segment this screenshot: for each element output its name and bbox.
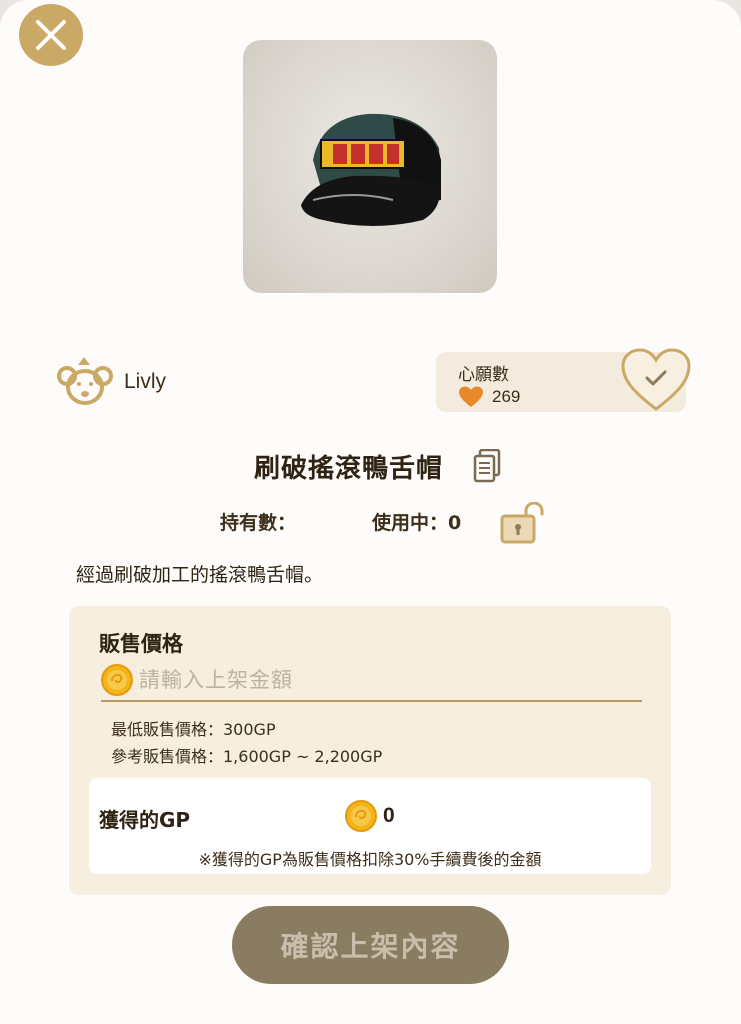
heart-icon xyxy=(459,386,483,407)
livly-logo-icon xyxy=(57,357,113,405)
item-description: 經過刷破加工的搖滾鴨舌帽。 xyxy=(76,564,324,586)
price-input[interactable] xyxy=(139,668,619,692)
wishlist-label: 心願數 xyxy=(458,365,509,385)
owned-count-label: 持有數： xyxy=(220,512,297,534)
gp-coin-icon xyxy=(101,664,133,696)
copy-icon[interactable] xyxy=(473,449,501,483)
heart-check-icon xyxy=(621,348,691,411)
wishlist-count-row: 269 xyxy=(458,386,520,408)
item-title-row: 刷破搖滾鴨舌帽 xyxy=(0,446,741,486)
confirm-listing-button[interactable]: 確認上架內容 xyxy=(232,906,509,984)
brand: Livly xyxy=(56,357,166,407)
earned-gp-value-row: 0 xyxy=(345,800,395,832)
sale-price-panel: 販售價格 最低販售價格：300GP 參考販售價格：1,600GP ~ 2,200… xyxy=(69,606,671,895)
unlock-icon[interactable] xyxy=(500,502,544,544)
earned-gp-value: 0 xyxy=(383,804,395,827)
item-image xyxy=(243,40,497,293)
add-to-wishlist-button[interactable] xyxy=(620,347,692,413)
fee-note: ※獲得的GP為販售價格扣除30%手續費後的金額 xyxy=(198,850,542,869)
brand-name: Livly xyxy=(124,370,167,393)
minimum-price: 最低販售價格：300GP xyxy=(111,720,276,739)
gp-coin-icon xyxy=(345,800,377,832)
item-title: 刷破搖滾鴨舌帽 xyxy=(253,453,443,484)
sell-item-sheet: Livly 心願數 269 刷破搖滾鴨舌帽 持有數： 使用中：0 經過刷破加工的… xyxy=(0,0,741,1024)
earned-gp-label: 獲得的GP xyxy=(99,808,191,832)
wishlist-count: 269 xyxy=(492,387,521,406)
price-input-row[interactable] xyxy=(101,660,642,702)
rock-cap-image xyxy=(301,113,441,226)
close-button[interactable] xyxy=(19,4,83,66)
in-use-count: 使用中：0 xyxy=(372,512,462,534)
earned-gp-card: 獲得的GP 0 ※獲得的GP為販售價格扣除30%手續費後的金額 xyxy=(89,778,651,874)
close-icon xyxy=(36,20,66,50)
reference-price: 參考販售價格：1,600GP ~ 2,200GP xyxy=(111,747,383,766)
sale-price-heading: 販售價格 xyxy=(99,632,183,656)
